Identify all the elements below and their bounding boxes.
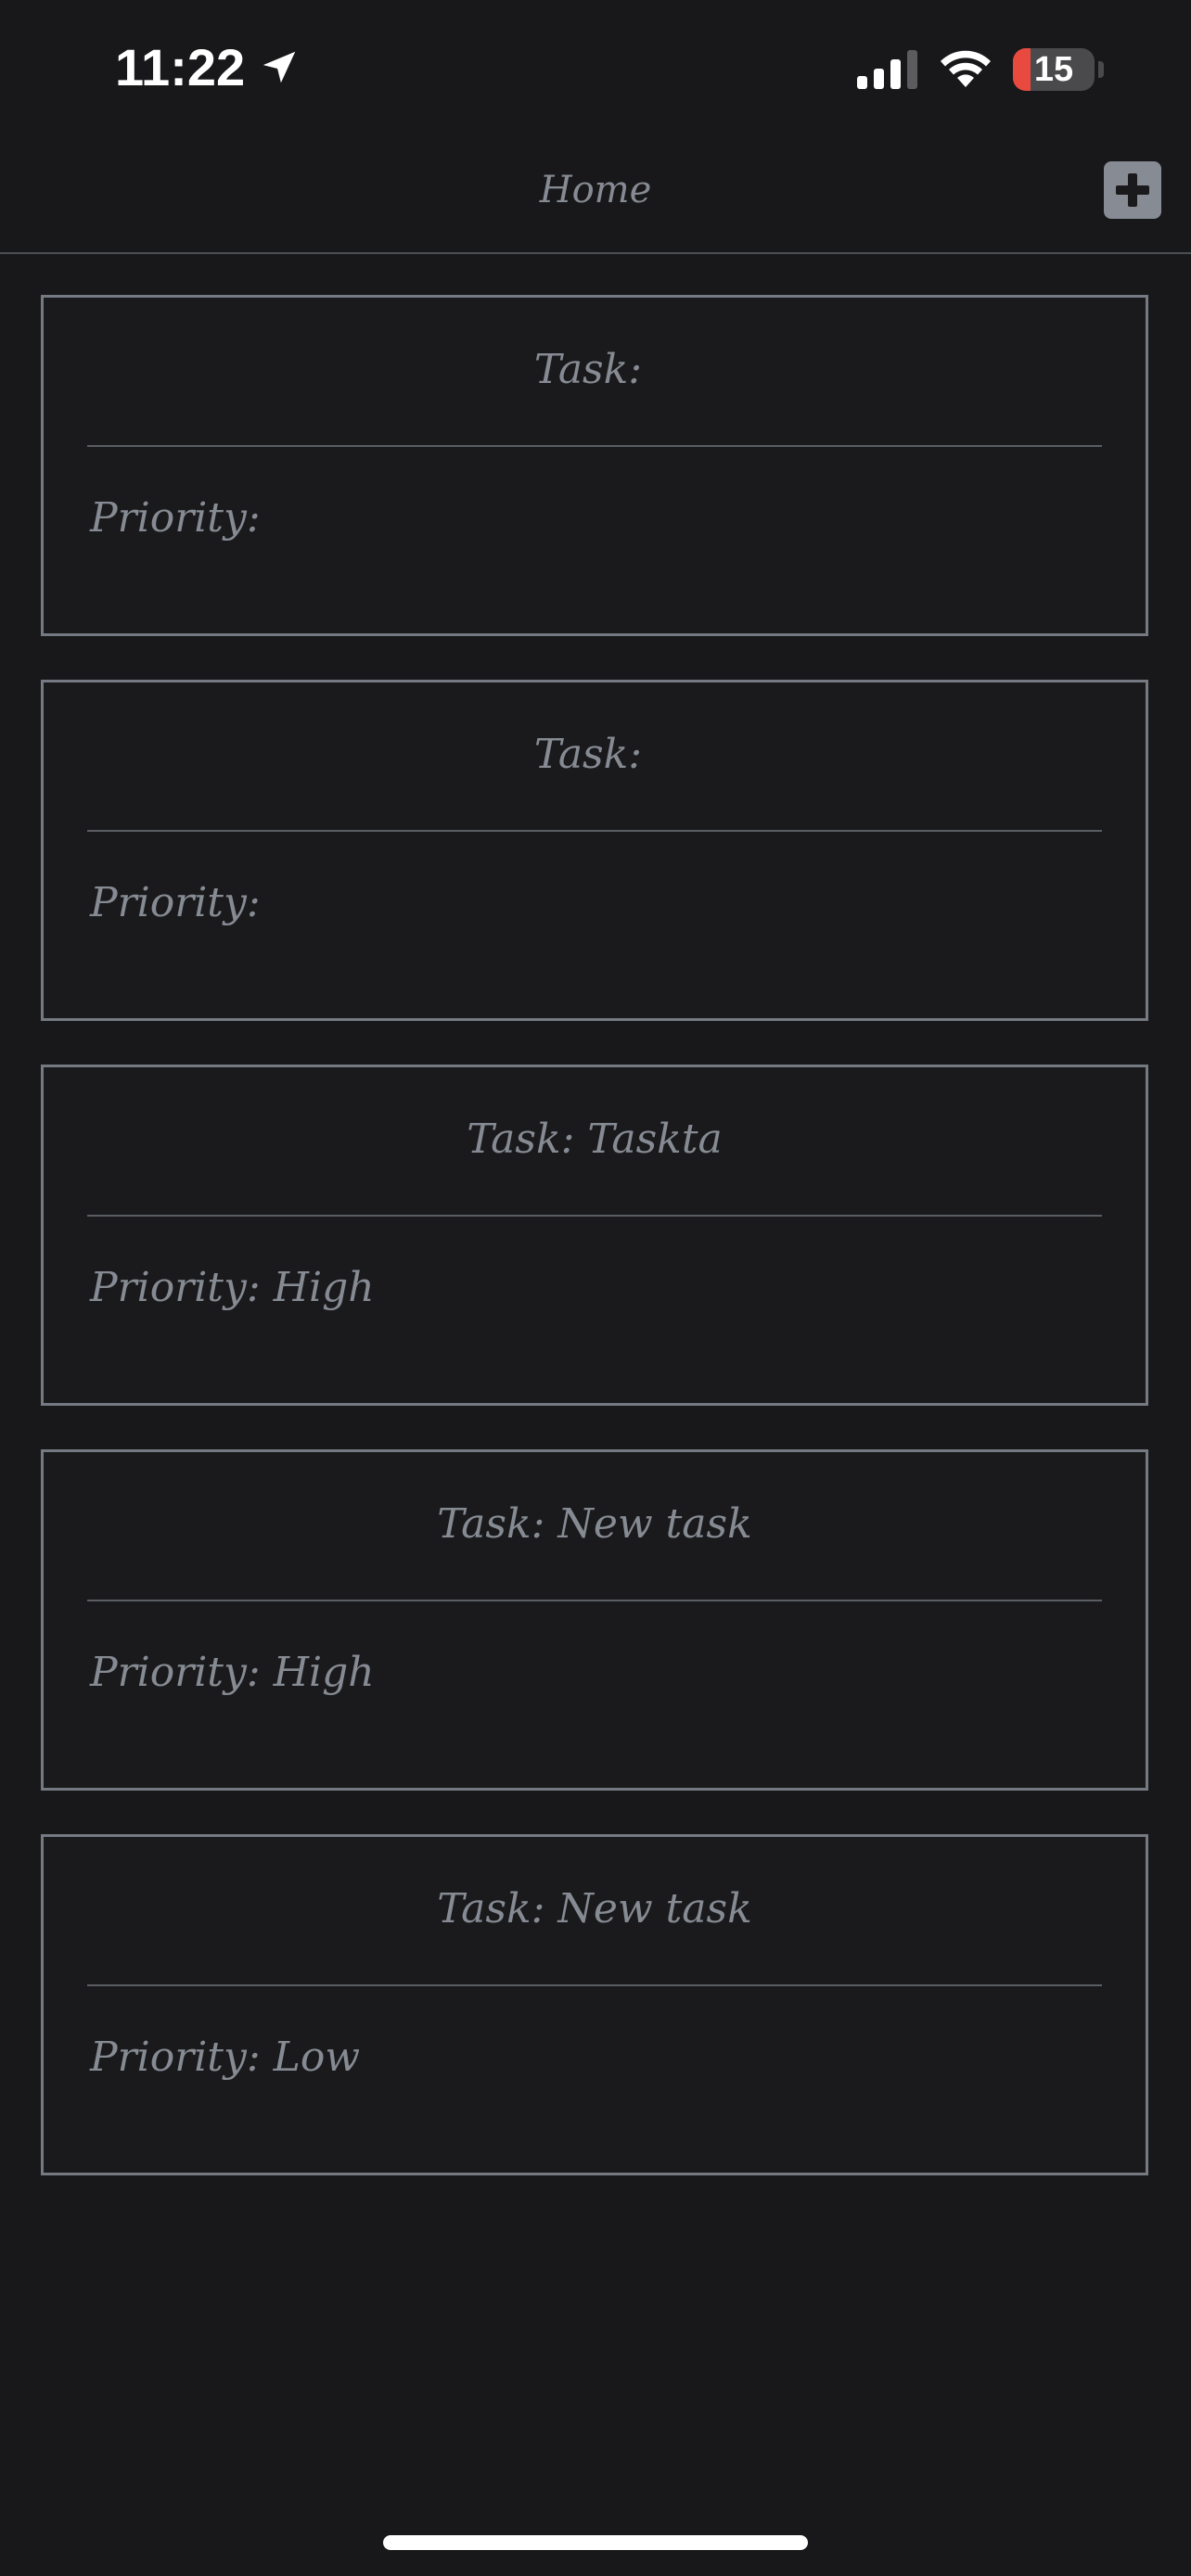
battery-icon: 15 xyxy=(1013,48,1095,91)
task-priority: Priority: xyxy=(90,879,274,926)
task-priority: Priority: Low xyxy=(90,2034,361,2081)
task-card[interactable]: Task: New task Priority: Low xyxy=(41,1834,1148,2175)
task-divider xyxy=(87,830,1102,832)
task-title: Task: xyxy=(533,731,656,778)
plus-icon xyxy=(1116,173,1149,207)
status-time-group: 11:22 xyxy=(115,37,301,97)
status-bar: 11:22 15 xyxy=(0,0,1191,130)
nav-header: Home xyxy=(0,130,1191,254)
task-divider xyxy=(87,1215,1102,1217)
task-card[interactable]: Task: Taskta Priority: High xyxy=(41,1065,1148,1406)
task-card[interactable]: Task: Priority: xyxy=(41,680,1148,1021)
battery-level-text: 15 xyxy=(1033,49,1074,89)
task-priority: Priority: High xyxy=(90,1264,375,1311)
task-title: Task: xyxy=(533,346,656,393)
wifi-icon xyxy=(941,50,991,87)
task-title: Task: New task xyxy=(437,1500,752,1548)
task-priority: Priority: High xyxy=(90,1649,375,1696)
task-card[interactable]: Task: New task Priority: High xyxy=(41,1449,1148,1791)
add-task-button[interactable] xyxy=(1104,161,1161,219)
task-divider xyxy=(87,1600,1102,1601)
cellular-signal-icon xyxy=(857,50,917,89)
task-title: Task: Taskta xyxy=(467,1116,723,1163)
battery-nub xyxy=(1098,61,1104,78)
location-arrow-icon xyxy=(263,51,296,83)
task-card[interactable]: Task: Priority: xyxy=(41,295,1148,636)
home-indicator[interactable] xyxy=(383,2535,808,2550)
task-divider xyxy=(87,1984,1102,1986)
task-title: Task: New task xyxy=(437,1885,752,1932)
page-title: Home xyxy=(539,169,652,211)
status-time: 11:22 xyxy=(115,38,246,96)
task-divider xyxy=(87,445,1102,447)
task-priority: Priority: xyxy=(90,494,274,542)
task-list: Task: Priority: Task: Priority: Task: Ta… xyxy=(41,295,1148,2219)
